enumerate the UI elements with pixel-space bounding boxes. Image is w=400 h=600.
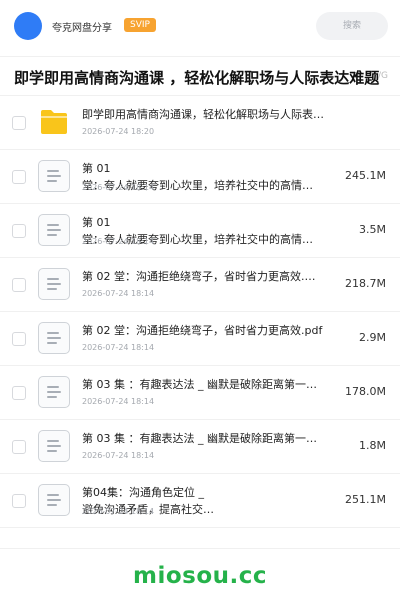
row-checkbox[interactable] xyxy=(12,494,26,508)
file-date: 2026-07-24 18:14 xyxy=(82,183,155,192)
file-date: 2026-07-24 18:14 xyxy=(82,343,155,352)
folder-icon xyxy=(40,109,68,135)
file-date: 2026-07-24 18:14 xyxy=(82,451,155,460)
file-size: 1.8M xyxy=(359,439,386,452)
row-checkbox[interactable] xyxy=(12,440,26,454)
file-size: 218.7M xyxy=(345,277,386,290)
file-name: 第 03 集 ：有趣表达法 _ 幽默是破除距离第一… xyxy=(82,378,317,391)
share-owner-name: 夸克网盘分享 xyxy=(52,23,112,34)
file-date: 2026-07-24 18:14 xyxy=(82,289,155,298)
file-name: 第 01 xyxy=(82,216,111,229)
file-row[interactable]: 第 02 堂：沟通拒绝绕弯子，省时省力更高效.mp4 2026-07-24 18:… xyxy=(0,258,400,312)
file-date: 2026-07-24 18:14 xyxy=(82,507,155,516)
file-row[interactable]: 第 03 集 ：有趣表达法 _ 幽默是破除距离第一… 2026-07-24 18:… xyxy=(0,366,400,420)
file-name: 即学即用高情商沟通课，轻松化解职场与人际表达难题 xyxy=(82,108,326,121)
file-name: 第 01 xyxy=(82,162,111,175)
search-input[interactable]: 搜索 xyxy=(316,12,388,40)
share-header: 夸克网盘分享 SVIP 搜索 xyxy=(0,0,400,52)
file-row[interactable]: 第 03 集 ：有趣表达法 _ 幽默是破除距离第一… 2026-07-24 18:… xyxy=(0,420,400,474)
folder-row[interactable]: 即学即用高情商沟通课，轻松化解职场与人际表达难题 2026-07-24 18:20 xyxy=(0,96,400,150)
file-size: 178.0M xyxy=(345,385,386,398)
footer: miosou.cc xyxy=(0,548,400,600)
row-checkbox[interactable] xyxy=(12,278,26,292)
document-icon xyxy=(38,268,70,300)
file-date: 2026-07-24 18:20 xyxy=(82,127,155,136)
file-size: 245.1M xyxy=(345,169,386,182)
file-list: 即学即用高情商沟通课，轻松化解职场与人际表达难题 2026-07-24 18:20… xyxy=(0,96,400,528)
document-icon xyxy=(38,430,70,462)
share-title-bar: 即学即用高情商沟通课 ，轻松化解职场与人际表达难题 /G xyxy=(0,56,400,96)
site-brand: miosou.cc xyxy=(132,563,268,589)
file-size: 3.5M xyxy=(359,223,386,236)
file-row[interactable]: 第 01 堂：夸人就要夸到心坎里，培养社交中的高情… 2026-07-24 18:1… xyxy=(0,150,400,204)
file-name: 第 03 集 ：有趣表达法 _ 幽默是破除距离第一… xyxy=(82,432,317,445)
document-icon xyxy=(38,214,70,246)
row-checkbox[interactable] xyxy=(12,332,26,346)
title-suffix: /G xyxy=(378,71,389,81)
row-checkbox[interactable] xyxy=(12,170,26,184)
file-name: 第04集：沟通角色定位 _ xyxy=(82,486,204,499)
file-row[interactable]: 第 02 堂：沟通拒绝绕弯子，省时省力更高效.pdf 2026-07-24 18:… xyxy=(0,312,400,366)
file-name: 第 02 堂：沟通拒绝绕弯子，省时省力更高效.pdf xyxy=(82,324,323,337)
file-date: 2026-07-24 18:14 xyxy=(82,397,155,406)
file-row[interactable]: 第04集：沟通角色定位 _ 避免沟通矛盾，提高社交… 2026-07-24 18:1… xyxy=(0,474,400,528)
svip-badge: SVIP xyxy=(124,18,156,32)
document-icon xyxy=(38,160,70,192)
document-icon xyxy=(38,376,70,408)
file-row[interactable]: 第 01 堂：夸人就要夸到心坎里，培养社交中的高情… 2026-07-24 18:1… xyxy=(0,204,400,258)
row-checkbox[interactable] xyxy=(12,386,26,400)
document-icon xyxy=(38,484,70,516)
avatar[interactable] xyxy=(14,12,42,40)
file-name: 第 02 堂：沟通拒绝绕弯子，省时省力更高效.mp4 xyxy=(82,270,326,283)
document-icon xyxy=(38,322,70,354)
row-checkbox[interactable] xyxy=(12,224,26,238)
file-size: 251.1M xyxy=(345,493,386,506)
file-date: 2026-07-24 18:14 xyxy=(82,237,155,246)
file-size: 2.9M xyxy=(359,331,386,344)
page-title: 即学即用高情商沟通课 ，轻松化解职场与人际表达难题 xyxy=(14,69,380,87)
row-checkbox[interactable] xyxy=(12,116,26,130)
